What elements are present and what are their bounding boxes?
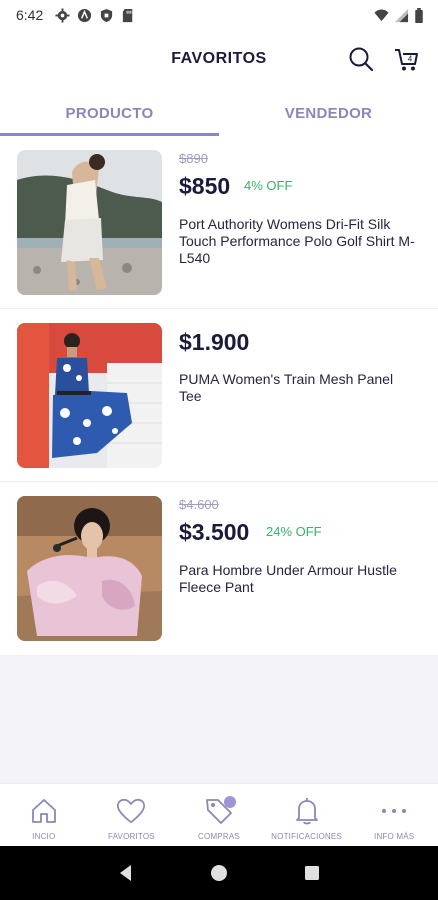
nav-info-mas[interactable]: INFO MÁS bbox=[350, 784, 438, 846]
price: $1.900 bbox=[179, 329, 250, 355]
nav-compras[interactable]: COMPRAS bbox=[175, 784, 263, 846]
nav-notificaciones[interactable]: NOTIFICACIONES bbox=[263, 784, 351, 846]
app-header: FAVORITOS 4 bbox=[0, 30, 438, 90]
more-icon bbox=[382, 809, 407, 813]
favorites-tabs: PRODUCTO VENDEDOR bbox=[0, 90, 438, 136]
product-title: Para Hombre Under Armour Hustle Fleece P… bbox=[179, 562, 397, 595]
favorites-list: $890 $850 4% OFF Port Authority Womens D… bbox=[0, 136, 438, 656]
status-icons-right bbox=[374, 7, 424, 23]
status-bar: 6:42 bbox=[0, 0, 438, 30]
discount-badge: 24% OFF bbox=[266, 524, 322, 539]
product-card[interactable]: $4.600 $3.500 24% OFF Para Hombre Under … bbox=[0, 482, 438, 656]
product-title: PUMA Women's Train Mesh Panel Tee bbox=[179, 371, 394, 404]
sd-card-icon bbox=[123, 8, 133, 22]
settings-gear-icon bbox=[55, 7, 70, 23]
product-card[interactable]: $1.900 PUMA Women's Train Mesh Panel Tee bbox=[0, 309, 438, 482]
cart-count: 4 bbox=[408, 55, 413, 64]
price: $3.500 bbox=[179, 519, 250, 545]
signal-icon bbox=[394, 8, 409, 22]
product-image[interactable] bbox=[17, 323, 162, 468]
search-button[interactable] bbox=[346, 44, 376, 74]
product-card[interactable]: $890 $850 4% OFF Port Authority Womens D… bbox=[0, 136, 438, 309]
old-price: $890 bbox=[179, 151, 208, 166]
nav-inicio[interactable]: INCIO bbox=[0, 784, 88, 846]
status-time: 6:42 bbox=[16, 7, 44, 23]
system-navigation-bar bbox=[0, 846, 438, 900]
back-icon[interactable] bbox=[116, 863, 136, 883]
home-circle-icon[interactable] bbox=[209, 863, 229, 883]
nav-label: COMPRAS bbox=[198, 832, 240, 841]
old-price: $4.600 bbox=[179, 497, 219, 512]
app-notification-icon bbox=[78, 8, 92, 22]
heart-icon bbox=[117, 798, 146, 824]
product-image[interactable] bbox=[17, 150, 162, 295]
bottom-navigation: INCIO FAVORITOS COMPRAS NOTIFICACIONES I… bbox=[0, 783, 438, 846]
nav-label: FAVORITOS bbox=[107, 832, 155, 841]
tab-producto[interactable]: PRODUCTO bbox=[0, 90, 219, 136]
cart-icon: 4 bbox=[395, 49, 418, 71]
cart-button[interactable]: 4 bbox=[392, 44, 422, 74]
nav-favoritos[interactable]: FAVORITOS bbox=[88, 784, 176, 846]
price: $850 bbox=[179, 173, 231, 199]
notification-dot bbox=[223, 796, 236, 808]
nav-label: NOTIFICACIONES bbox=[271, 832, 342, 841]
status-icons-left bbox=[55, 7, 136, 23]
bell-icon bbox=[295, 798, 318, 825]
battery-icon bbox=[415, 7, 423, 23]
tab-vendedor[interactable]: VENDEDOR bbox=[219, 90, 438, 136]
product-image[interactable] bbox=[17, 496, 162, 641]
nav-label: INCIO bbox=[32, 832, 56, 841]
home-icon bbox=[31, 799, 56, 823]
shield-icon bbox=[101, 8, 113, 22]
wifi-icon bbox=[374, 9, 389, 21]
product-title: Port Authority Womens Dri-Fit Silk Touch… bbox=[179, 216, 415, 266]
recents-icon[interactable] bbox=[302, 863, 322, 883]
search-icon bbox=[349, 47, 374, 72]
nav-label: INFO MÁS bbox=[374, 832, 415, 841]
discount-badge: 4% OFF bbox=[244, 178, 293, 193]
